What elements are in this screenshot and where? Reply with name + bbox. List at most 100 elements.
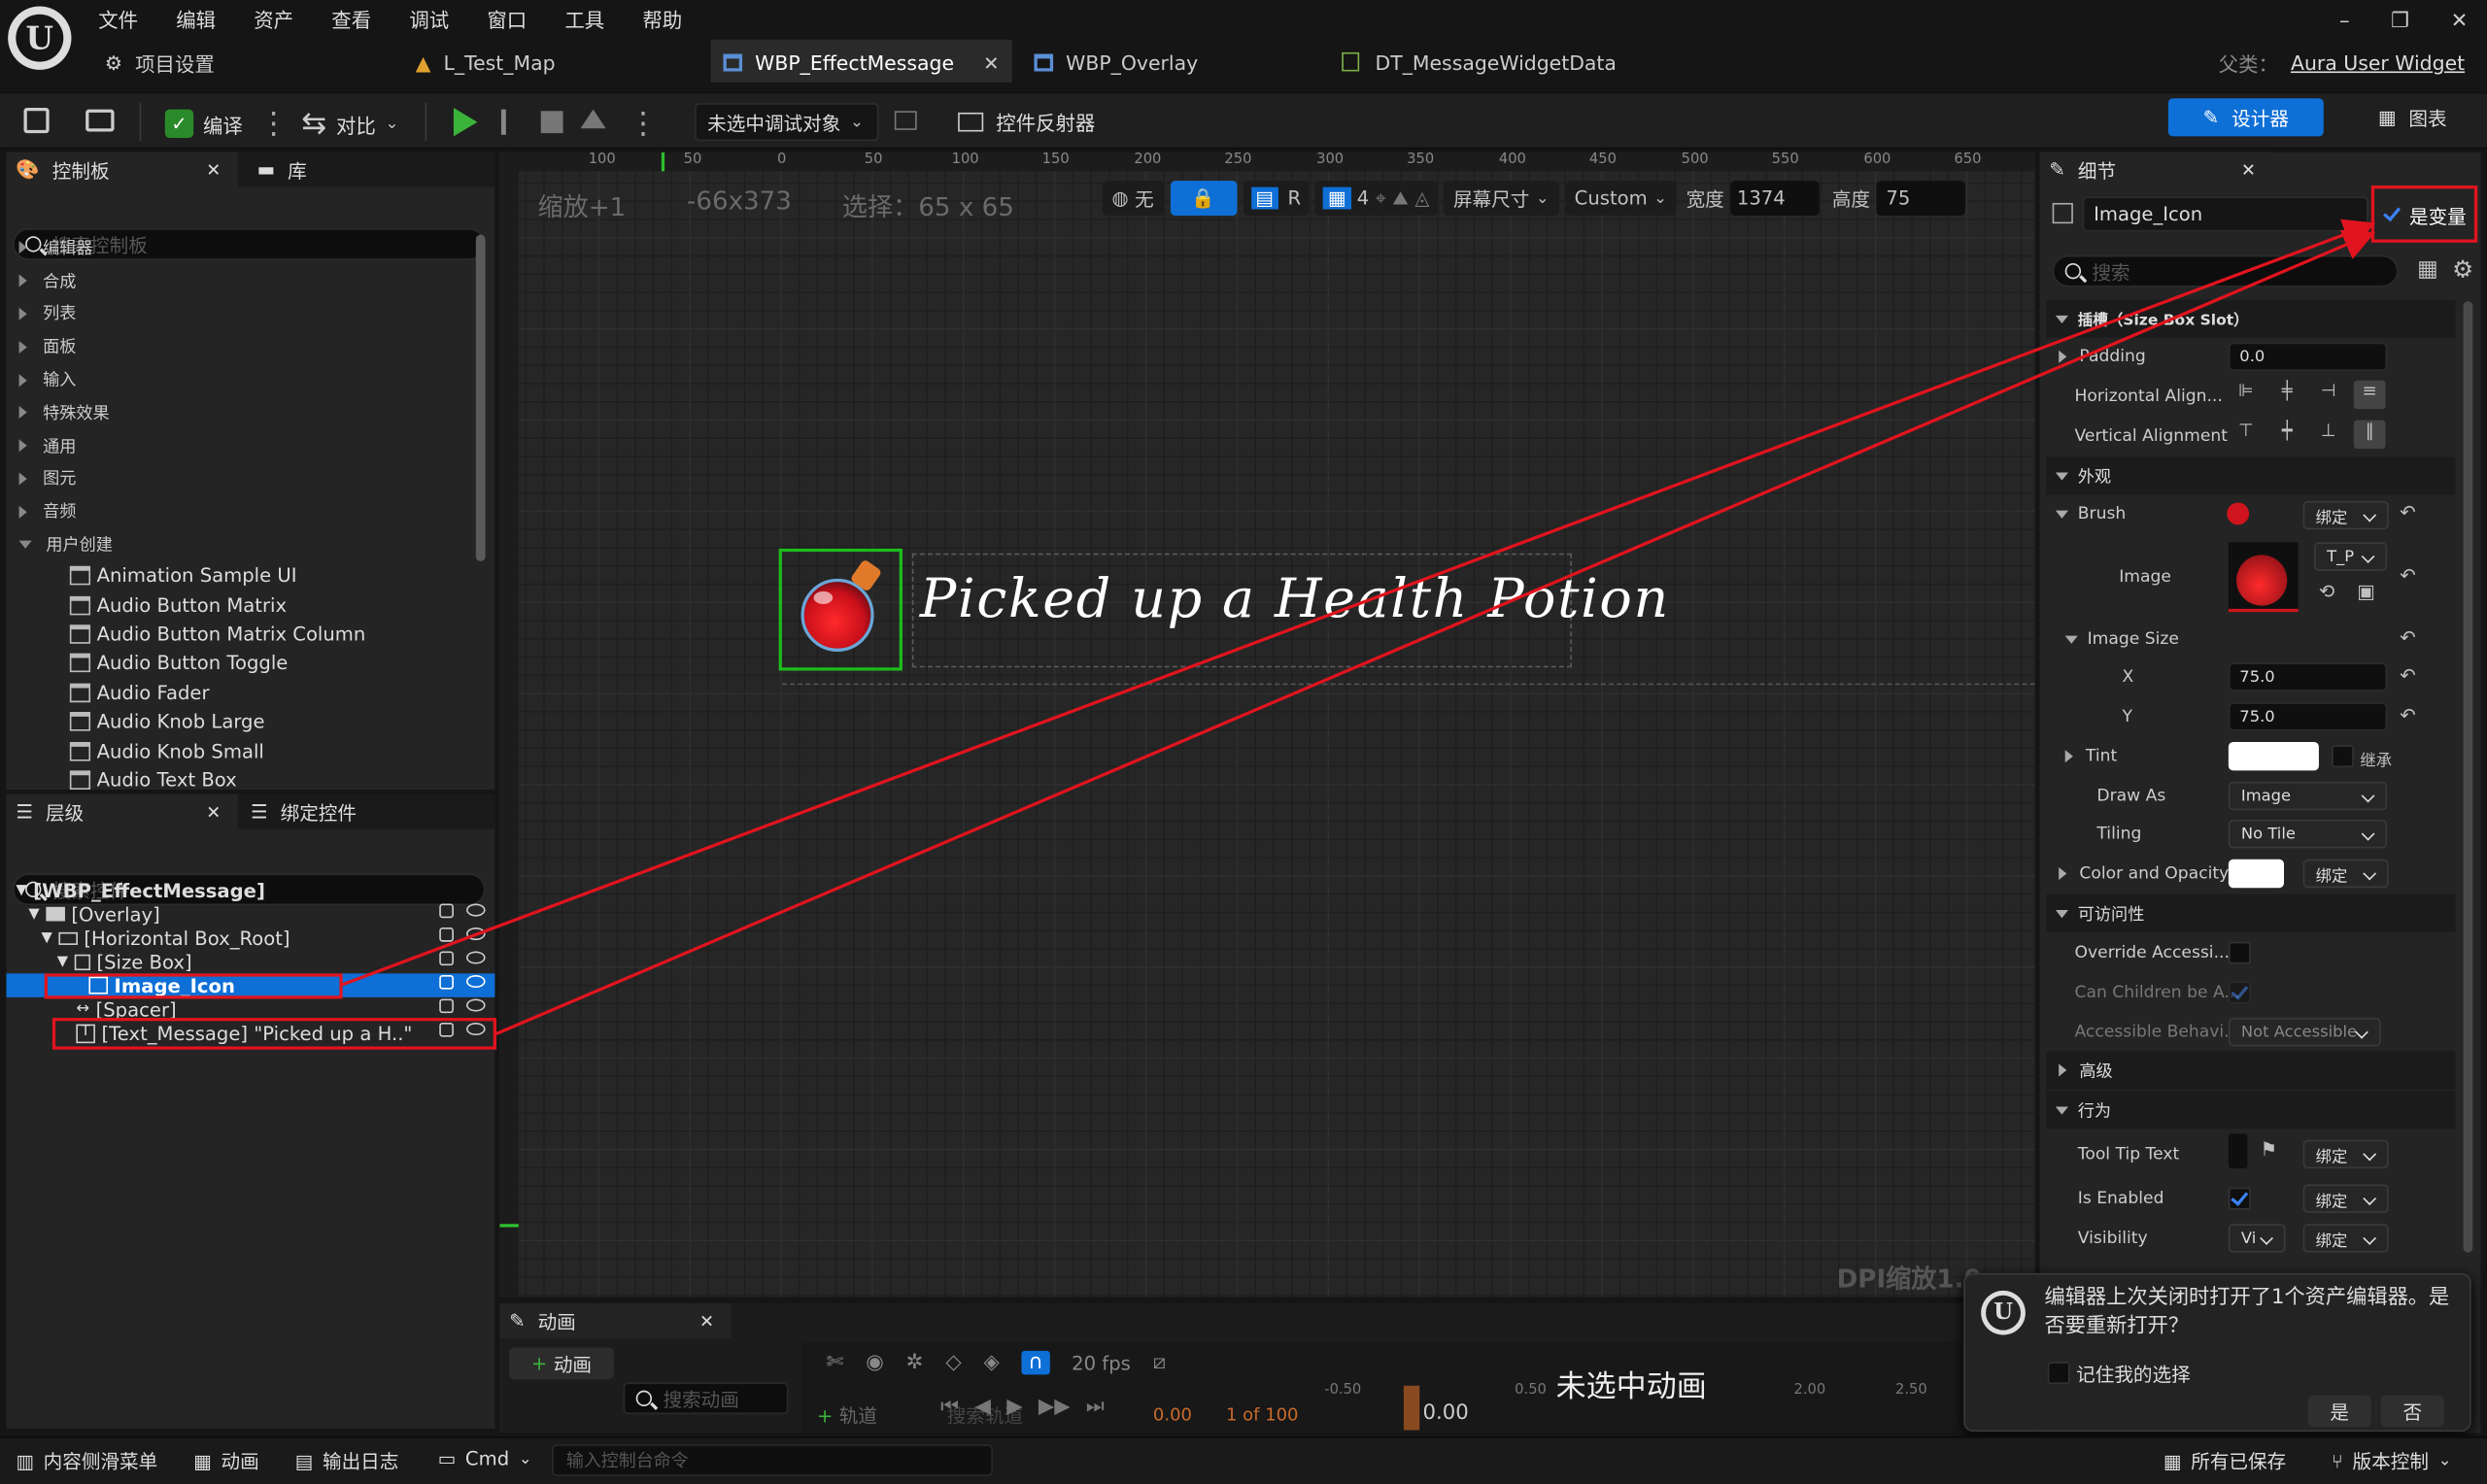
tab-hierarchy[interactable]: ☰ 层级 ✕: [6, 793, 238, 829]
tab-wbp-effect-message[interactable]: WBP_EffectMessage ✕: [710, 39, 1012, 83]
fill-mode-dropdown[interactable]: Custom ⌄: [1564, 181, 1677, 217]
prev-frame-icon[interactable]: ◀: [975, 1396, 991, 1419]
align-vfill-icon[interactable]: ‖: [2353, 420, 2386, 449]
tint-inherit-checkbox[interactable]: [2331, 745, 2354, 768]
snap-settings-icon[interactable]: ✲: [906, 1351, 924, 1374]
designer-button[interactable]: ✎ 设计器: [2167, 98, 2324, 137]
accessibility-section-header[interactable]: 可访问性: [2046, 894, 2456, 932]
tree-horizontal-box[interactable]: ▼ [Horizontal Box_Root]: [7, 926, 495, 949]
widget-reflector-button[interactable]: 控件反射器: [958, 106, 1095, 136]
key-icon[interactable]: ◇: [945, 1351, 961, 1374]
grid-snap-button[interactable]: ▦ 4 ⌖ ⛰ ◬: [1314, 181, 1438, 217]
reset-icon[interactable]: ↶: [2400, 564, 2415, 587]
color-opacity-swatch[interactable]: [2228, 859, 2285, 889]
debug-target-dropdown[interactable]: 未选中调试对象 ⌄: [695, 103, 879, 142]
category-editor[interactable]: 编辑器: [7, 231, 476, 264]
appearance-section-header[interactable]: 外观: [2046, 456, 2456, 495]
add-track-button[interactable]: + 轨道: [817, 1401, 877, 1429]
align-top-icon[interactable]: ⊤: [2231, 421, 2263, 449]
category-list[interactable]: 列表: [7, 297, 476, 330]
palette-item[interactable]: Animation Sample UI: [7, 561, 476, 590]
override-accessible-checkbox[interactable]: [2228, 941, 2251, 964]
tooltip-input[interactable]: [2228, 1133, 2248, 1169]
tree-root[interactable]: ▼ [WBP_EffectMessage]: [7, 878, 495, 901]
category-user-created[interactable]: 用户创建: [7, 528, 476, 561]
cmd-dropdown[interactable]: ▭ Cmd ⌄: [438, 1447, 532, 1469]
next-frame-icon[interactable]: ▶▶: [1039, 1396, 1071, 1419]
save-icon[interactable]: [23, 108, 50, 134]
color-bind-dropdown[interactable]: 绑定: [2302, 859, 2389, 889]
output-log-button[interactable]: ▤ 输出日志: [295, 1447, 399, 1474]
use-selected-icon[interactable]: ⟲: [2319, 580, 2334, 602]
tab-datatable[interactable]: DT_MessageWidgetData: [1342, 45, 1617, 80]
minimize-icon[interactable]: –: [2339, 10, 2350, 33]
palette-scrollbar[interactable]: [475, 234, 486, 561]
menu-tools[interactable]: 工具: [564, 2, 604, 32]
content-drawer-button[interactable]: ▥ 内容侧滑菜单: [16, 1447, 157, 1474]
eye-icon[interactable]: [465, 974, 486, 989]
close-details-icon[interactable]: ✕: [2241, 159, 2256, 180]
close-palette-icon[interactable]: ✕: [206, 159, 221, 180]
height-input[interactable]: 75: [1876, 181, 1965, 217]
goto-start-icon[interactable]: ⏮: [940, 1396, 959, 1419]
behavior-section-header[interactable]: 行为: [2046, 1091, 2456, 1130]
image-size-x-input[interactable]: 75.0: [2228, 662, 2388, 691]
close-hierarchy-icon[interactable]: ✕: [206, 801, 221, 822]
menu-file[interactable]: 文件: [98, 2, 138, 32]
align-bottom-icon[interactable]: ⊥: [2312, 421, 2344, 449]
tab-project-settings[interactable]: ⚙ 项目设置: [105, 45, 215, 80]
menu-window[interactable]: 窗口: [487, 2, 527, 32]
lock-icon[interactable]: [439, 903, 454, 919]
restore-icon[interactable]: ❐: [2391, 10, 2409, 33]
unreal-logo-icon[interactable]: U: [8, 6, 72, 70]
menu-help[interactable]: 帮助: [642, 2, 682, 32]
eye-icon[interactable]: [465, 998, 486, 1012]
close-animation-icon[interactable]: ✕: [699, 1310, 714, 1331]
visibility-dropdown[interactable]: Vi: [2228, 1224, 2286, 1253]
align-left-icon[interactable]: ⊫: [2231, 381, 2263, 409]
align-fill-icon[interactable]: ≡: [2353, 380, 2386, 410]
image-asset-dropdown[interactable]: T_P: [2314, 542, 2388, 571]
visibility-bind-dropdown[interactable]: 绑定: [2302, 1224, 2389, 1253]
eye-icon[interactable]: [465, 903, 486, 917]
diff-button[interactable]: ⇆ 对比 ⌄: [301, 106, 398, 141]
palette-item[interactable]: Audio Text Box: [7, 765, 476, 794]
tree-size-box[interactable]: ▼ [Size Box]: [7, 950, 495, 973]
magnet-icon[interactable]: ∩: [1021, 1350, 1050, 1375]
lock-icon[interactable]: [439, 998, 454, 1014]
tint-color-swatch[interactable]: [2228, 742, 2319, 771]
respect-locks-button[interactable]: 🔒: [1170, 181, 1237, 217]
category-input[interactable]: 输入: [7, 363, 476, 396]
palette-item[interactable]: Audio Button Toggle: [7, 649, 476, 678]
reset-icon[interactable]: ↶: [2400, 704, 2415, 726]
play-icon[interactable]: ▶: [1006, 1396, 1022, 1419]
menu-edit[interactable]: 编辑: [176, 2, 216, 32]
menu-asset[interactable]: 资产: [254, 2, 293, 32]
source-control-button[interactable]: ⑂ 版本控制 ⌄: [2332, 1447, 2451, 1474]
settings-gear-icon[interactable]: ⚙: [2452, 255, 2473, 284]
draw-as-dropdown[interactable]: Image: [2228, 781, 2388, 811]
image-icon-selection[interactable]: [778, 548, 903, 671]
widget-name-input[interactable]: Image_Icon: [2082, 196, 2368, 232]
category-primitive[interactable]: 图元: [7, 462, 476, 495]
tab-palette[interactable]: 🎨 控制板 ✕: [6, 152, 238, 187]
add-animation-button[interactable]: + 动画: [509, 1347, 614, 1380]
layout-mode-button[interactable]: ▤ R: [1243, 181, 1310, 217]
align-middle-icon[interactable]: ┿: [2271, 421, 2303, 449]
step-icon[interactable]: [500, 109, 524, 135]
category-audio[interactable]: 音频: [7, 495, 476, 528]
wrench-icon[interactable]: ✄: [827, 1351, 844, 1374]
image-size-y-input[interactable]: 75.0: [2228, 702, 2388, 731]
details-search-input[interactable]: 搜索: [2052, 254, 2399, 287]
graph-button[interactable]: ▦ 图表: [2357, 98, 2468, 136]
menu-debug[interactable]: 调试: [409, 2, 449, 32]
reset-icon[interactable]: ↶: [2400, 626, 2415, 649]
localize-flag-icon[interactable]: ⚑: [2261, 1138, 2278, 1161]
width-input[interactable]: 1374: [1730, 181, 1820, 217]
remember-choice-checkbox[interactable]: [2047, 1362, 2070, 1385]
tab-wbp-overlay[interactable]: WBP_Overlay: [1034, 45, 1198, 80]
yes-button[interactable]: 是: [2307, 1395, 2371, 1428]
close-tab-icon[interactable]: ✕: [983, 51, 999, 74]
image-asset-thumbnail[interactable]: [2228, 542, 2299, 613]
category-panel[interactable]: 面板: [7, 330, 476, 363]
